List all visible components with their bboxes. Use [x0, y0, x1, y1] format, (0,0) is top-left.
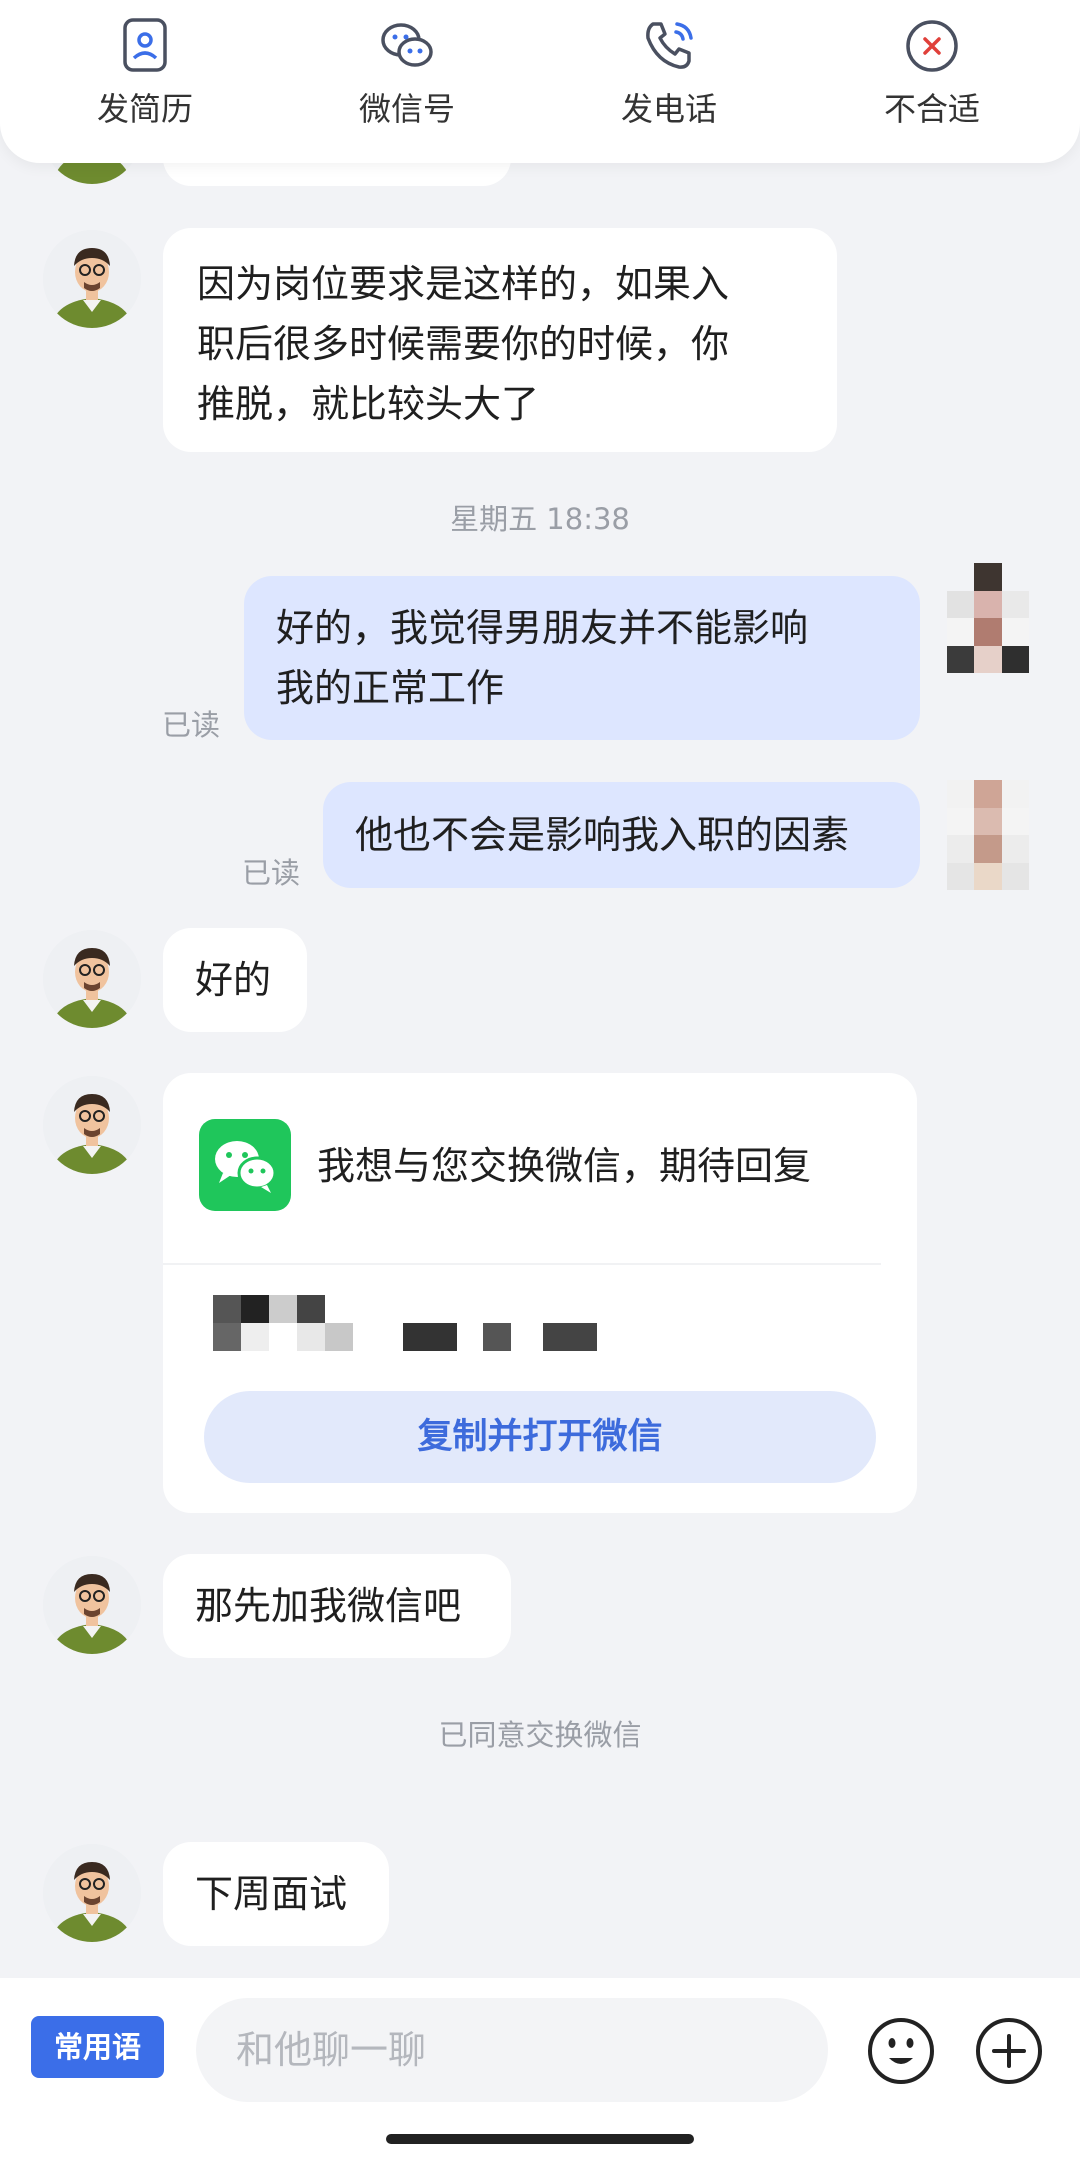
message-text: 他也不会是影响我入职的因素 [355, 813, 850, 857]
avatar[interactable] [43, 1076, 141, 1174]
message-bubble-incoming[interactable]: 下周面试 [163, 1842, 389, 1946]
message-text: 因为岗位要求是这样的，如果入 [197, 262, 730, 306]
divider [163, 1263, 881, 1265]
avatar[interactable] [43, 930, 141, 1028]
self-avatar-pixelated[interactable] [947, 563, 1029, 673]
common-phrases-button[interactable]: 常用语 [31, 2016, 164, 2078]
emoji-icon[interactable] [866, 2016, 936, 2086]
home-indicator[interactable] [386, 2134, 694, 2144]
system-notice: 已同意交换微信 [438, 1718, 642, 1752]
timestamp: 星期五 18:38 [450, 502, 630, 536]
resume-icon [115, 16, 175, 76]
message-text: 我的正常工作 [276, 666, 505, 710]
avatar[interactable] [43, 1556, 141, 1654]
message-text: 那先加我微信吧 [195, 1584, 462, 1628]
wechat-exchange-card[interactable]: 我想与您交换微信，期待回复 复制并打开微信 [163, 1073, 917, 1513]
action-label: 发简历 [96, 90, 193, 128]
phone-call-button[interactable]: 发电话 [579, 16, 759, 130]
avatar[interactable] [43, 230, 141, 328]
plus-icon[interactable] [974, 2016, 1044, 2086]
chat-area[interactable]: 因为岗位要求是这样的，如果入 职后很多时候需要你的时候，你 推脱，就比较头大了 … [0, 0, 1080, 1978]
input-bar: 常用语 和他聊一聊 [0, 1978, 1080, 2160]
wechat-id-button[interactable]: 微信号 [317, 16, 497, 130]
action-label: 不合适 [883, 90, 980, 128]
action-label: 微信号 [358, 90, 455, 128]
message-input[interactable]: 和他聊一聊 [196, 1998, 828, 2102]
close-circle-icon [902, 16, 962, 76]
message-bubble-outgoing[interactable]: 好的，我觉得男朋友并不能影响 我的正常工作 [244, 576, 920, 740]
phone-icon [639, 16, 699, 76]
message-text: 职后很多时候需要你的时候，你 [197, 322, 730, 366]
read-status: 已读 [162, 708, 221, 742]
wechat-icon [377, 16, 437, 76]
not-suitable-button[interactable]: 不合适 [842, 16, 1022, 130]
action-label: 发电话 [620, 90, 717, 128]
wechat-card-text: 我想与您交换微信，期待回复 [317, 1144, 812, 1188]
wechat-id-pixelated [213, 1295, 653, 1353]
wechat-logo-icon [199, 1119, 291, 1211]
send-resume-button[interactable]: 发简历 [55, 16, 235, 130]
top-action-bar: 发简历 微信号 发电话 不合适 [0, 0, 1080, 163]
message-bubble-incoming[interactable]: 那先加我微信吧 [163, 1554, 511, 1658]
self-avatar-pixelated[interactable] [947, 780, 1029, 890]
avatar[interactable] [43, 1844, 141, 1942]
message-text: 推脱，就比较头大了 [197, 382, 540, 426]
copy-open-wechat-button[interactable]: 复制并打开微信 [204, 1391, 876, 1483]
message-bubble-incoming[interactable]: 因为岗位要求是这样的，如果入 职后很多时候需要你的时候，你 推脱，就比较头大了 [163, 228, 837, 452]
read-status: 已读 [242, 856, 301, 890]
message-text: 好的，我觉得男朋友并不能影响 [276, 606, 809, 650]
message-text: 下周面试 [195, 1872, 348, 1916]
message-bubble-incoming[interactable]: 好的 [163, 928, 307, 1032]
message-text: 好的 [195, 958, 272, 1002]
message-bubble-outgoing[interactable]: 他也不会是影响我入职的因素 [323, 782, 920, 888]
